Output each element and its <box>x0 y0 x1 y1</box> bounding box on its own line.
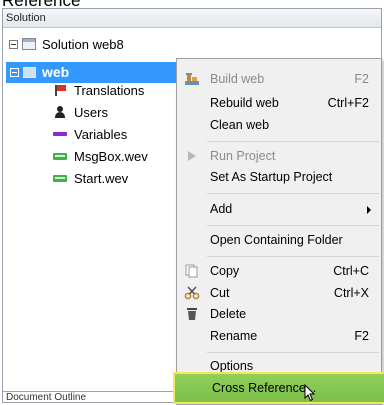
menu-shortcut: Ctrl+X <box>333 286 369 300</box>
play-icon <box>188 151 196 161</box>
mouse-cursor-icon <box>304 384 316 402</box>
build-icon <box>185 73 199 85</box>
menu-label: Set As Startup Project <box>210 170 333 184</box>
tree-node-start[interactable]: Start.wev <box>53 168 128 188</box>
menu-item-build[interactable]: Build web F2 <box>177 68 381 90</box>
scissors-icon <box>184 286 200 300</box>
menu-label: Cross Reference... <box>212 381 317 395</box>
tree-node-solution[interactable]: Solution web8 <box>9 34 124 54</box>
menu-item-run[interactable]: Run Project <box>177 145 381 167</box>
menu-item-cut[interactable]: Cut Ctrl+X <box>177 282 381 304</box>
menu-item-copy[interactable]: Copy Ctrl+C <box>177 260 381 282</box>
tree-item-label: Variables <box>74 126 128 142</box>
menu-label: Build web <box>210 72 265 86</box>
tree-node-translations[interactable]: Translations <box>53 80 144 100</box>
project-label: web <box>42 64 70 80</box>
solution-label: Solution web8 <box>42 36 124 52</box>
user-icon <box>53 106 67 118</box>
menu-label: Clean web <box>210 118 270 132</box>
tree-node-msgbox[interactable]: MsgBox.wev <box>53 146 148 166</box>
menu-shortcut: F2 <box>354 329 369 343</box>
copy-icon <box>185 264 198 278</box>
tree-node-variables[interactable]: Variables <box>53 124 127 144</box>
menu-separator <box>207 256 379 257</box>
menu-item-rebuild[interactable]: Rebuild web Ctrl+F2 <box>177 92 381 114</box>
menu-separator <box>207 352 379 353</box>
menu-item-open-folder[interactable]: Open Containing Folder <box>177 229 381 251</box>
menu-item-delete[interactable]: Delete <box>177 303 381 325</box>
menu-item-add[interactable]: Add <box>177 198 381 220</box>
menu-separator <box>207 193 379 194</box>
menu-separator <box>207 141 379 142</box>
trash-icon <box>187 308 197 320</box>
tree-item-label: Users <box>74 104 108 120</box>
tree-item-label: Translations <box>74 82 145 98</box>
flag-icon <box>53 84 67 96</box>
menu-shortcut: Ctrl+F2 <box>327 96 369 110</box>
tree-node-users[interactable]: Users <box>53 102 108 122</box>
menu-shortcut: F2 <box>354 72 369 86</box>
context-menu: Build web F2 Rebuild web Ctrl+F2 Clean w… <box>173 58 384 405</box>
menu-shortcut: Ctrl+C <box>333 264 369 278</box>
collapse-icon[interactable] <box>9 39 18 49</box>
submenu-arrow-icon <box>367 206 371 214</box>
menu-separator <box>207 225 379 226</box>
panel-header: Solution <box>3 9 381 28</box>
solution-icon <box>22 38 36 50</box>
menu-label: Options <box>210 359 254 373</box>
tree-item-label: Start.wev <box>74 170 129 186</box>
menu-label: Rename <box>210 329 258 343</box>
window-file-icon <box>53 150 67 162</box>
menu-label: Add <box>210 202 233 216</box>
menu-item-cross-reference[interactable]: Cross Reference... <box>173 372 384 404</box>
menu-label: Open Containing Folder <box>210 233 343 247</box>
window-file-icon <box>53 172 67 184</box>
menu-item-rename[interactable]: Rename F2 <box>177 325 381 347</box>
menu-label: Cut <box>210 286 230 300</box>
menu-item-clean[interactable]: Clean web <box>177 114 381 136</box>
tree-item-label: MsgBox.wev <box>74 148 148 164</box>
menu-item-set-startup[interactable]: Set As Startup Project <box>177 166 381 188</box>
menu-label: Rebuild web <box>210 96 279 110</box>
variables-icon <box>53 132 67 136</box>
collapse-icon[interactable] <box>10 67 19 77</box>
menu-label: Delete <box>210 307 247 321</box>
project-icon <box>23 66 36 78</box>
menu-label: Run Project <box>210 149 276 163</box>
menu-label: Copy <box>210 264 240 278</box>
